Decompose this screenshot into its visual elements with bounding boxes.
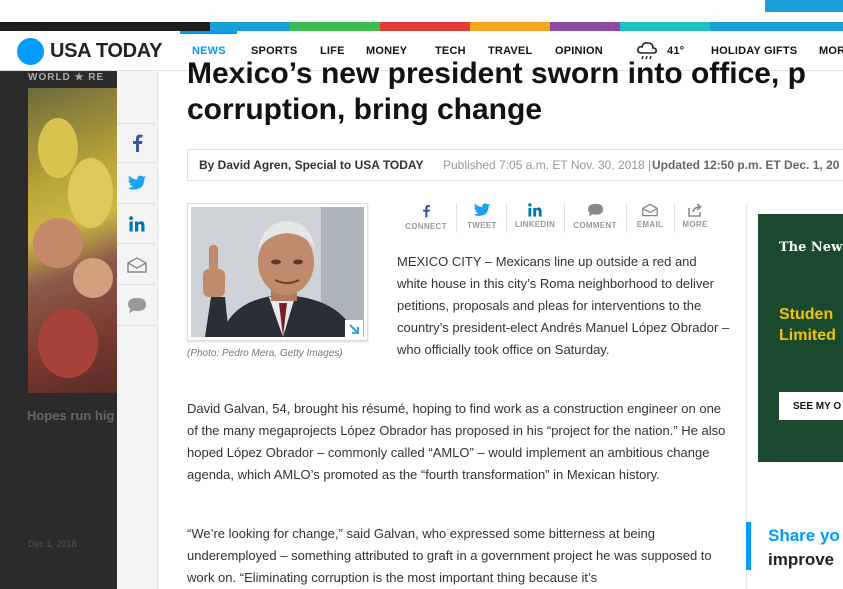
- share-more-label: MORE: [682, 220, 708, 229]
- share-divider: [564, 203, 565, 233]
- rail-comment-button[interactable]: [117, 286, 156, 326]
- rail-facebook-button[interactable]: [117, 123, 156, 163]
- promo-line-1[interactable]: Share yo: [768, 526, 840, 546]
- article-headline: Mexico’s new president sworn into office…: [187, 56, 843, 128]
- promo-line-2[interactable]: improve: [768, 550, 834, 570]
- twitter-icon: [127, 175, 146, 190]
- top-promo-strip: [0, 0, 843, 22]
- share-connect-button[interactable]: CONNECT: [403, 203, 449, 237]
- headline-line-2: corruption, bring change: [187, 93, 543, 126]
- facebook-icon: [423, 205, 430, 218]
- article-paragraph-3: “We’re looking for change,” said Galvan,…: [187, 526, 712, 585]
- photo-caption: (Photo: Pedro Mera, Getty Images): [187, 348, 343, 359]
- headline-line-1: Mexico’s new president sworn into office…: [187, 57, 806, 90]
- promo-accent-bar: [746, 522, 751, 570]
- rail-linkedin-button[interactable]: [117, 204, 156, 244]
- share-email-button[interactable]: EMAIL: [633, 203, 667, 237]
- promo-cta-block[interactable]: [765, 0, 843, 12]
- ad-headline: Studen Limited: [779, 304, 836, 346]
- ad-cta-button[interactable]: SEE MY O: [779, 392, 843, 420]
- browser-viewport: USA TODAY NEWS SPORTS LIFE MONEY TECH TR…: [0, 0, 843, 589]
- twitter-icon: [473, 203, 491, 217]
- share-more-icon: [688, 203, 702, 217]
- email-icon: [126, 256, 147, 273]
- ad-brand: The New Yo: [779, 240, 843, 255]
- usa-today-logo-dot[interactable]: [17, 38, 44, 65]
- linkedin-icon: [528, 203, 542, 217]
- photo-illustration: [191, 207, 364, 337]
- comment-icon: [587, 203, 603, 217]
- share-linkedin-button[interactable]: LINKEDIN: [512, 203, 558, 237]
- byline: By David Agren, Special to USA TODAY: [199, 158, 424, 172]
- rail-twitter-button[interactable]: [117, 164, 156, 204]
- share-more-button[interactable]: MORE: [680, 203, 710, 237]
- site-logo[interactable]: USA TODAY: [50, 40, 162, 63]
- ad-headline-line-1: Studen: [779, 306, 834, 323]
- share-divider: [456, 203, 457, 233]
- background-section-tag: WORLD ★ RE: [28, 72, 105, 83]
- article-photo[interactable]: [187, 203, 368, 341]
- updated-timestamp: Updated 12:50 p.m. ET Dec. 1, 20: [652, 158, 840, 172]
- background-headline[interactable]: Hopes run hig: [27, 408, 114, 423]
- president-photo: [191, 207, 364, 337]
- share-connect-label: CONNECT: [405, 222, 447, 231]
- share-tweet-label: TWEET: [467, 221, 497, 230]
- share-linkedin-label: LINKEDIN: [514, 220, 556, 229]
- share-comment-button[interactable]: COMMENT: [571, 203, 619, 237]
- share-divider: [674, 203, 675, 233]
- article-paragraph-2: David Galvan, 54, brought his résumé, ho…: [187, 401, 726, 482]
- background-story-photo[interactable]: [28, 88, 117, 393]
- background-date: Dec 1, 2018: [28, 539, 77, 549]
- ad-headline-line-2: Limited: [779, 327, 836, 344]
- article-paragraph-1: MEXICO CITY – Mexicans line up outside a…: [397, 254, 730, 357]
- share-comment-label: COMMENT: [573, 221, 617, 230]
- expand-photo-button[interactable]: [345, 320, 363, 338]
- published-timestamp: Published 7:05 a.m. ET Nov. 30, 2018 |: [443, 158, 652, 172]
- email-icon: [642, 203, 658, 217]
- rail-email-button[interactable]: [117, 245, 156, 285]
- share-divider: [506, 203, 507, 233]
- share-email-label: EMAIL: [636, 220, 664, 229]
- facebook-icon: [132, 134, 142, 152]
- share-tweet-button[interactable]: TWEET: [463, 203, 501, 237]
- share-divider: [626, 203, 627, 233]
- linkedin-icon: [128, 215, 144, 231]
- expand-arrow-icon: [349, 324, 359, 334]
- section-color-bar: [0, 22, 843, 31]
- comment-icon: [127, 297, 146, 313]
